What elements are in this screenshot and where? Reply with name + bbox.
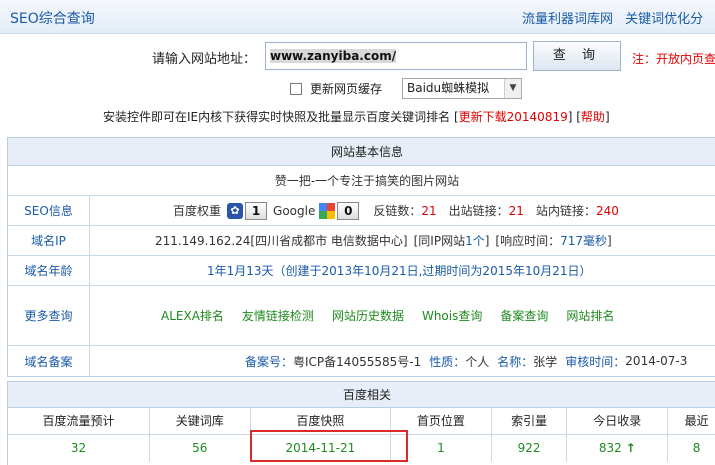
download-link[interactable]: 更新下载20140819 [459,110,568,124]
google-icon [319,202,336,219]
refresh-option[interactable]: 更新网页缓存 [290,80,382,97]
age-label: 域名年龄 [8,256,90,285]
icp-time-label: 审核时间： [565,354,626,369]
header-links: 流量利器词库网 关键词优化分 [522,8,711,27]
age-value: 1年1月13天（创建于2013年10月21日,过期时间为2015年10月21日） [207,264,592,278]
site-title-row: 赞一把-一个专注于搞笑的图片网站 [8,166,715,196]
icp-time-value: 2014-07-3 [625,354,688,368]
icp-name-label: 名称： [497,354,534,369]
seo-values: 百度权重 ✿ 1 Google 0 反链数： 21 出站链接： 21 站内链接： 24… [91,196,715,225]
friend-link-check-link[interactable]: 友情链接检测 [242,307,314,324]
seo-label: SEO信息 [8,196,90,225]
up-arrow-icon: ↑ [625,441,636,456]
baidu-weight-value[interactable]: 1 [245,201,268,220]
site-info-panel: 网站基本信息 赞一把-一个专注于搞笑的图片网站 SEO信息 百度权重 ✿ 1 G… [7,137,715,377]
site-rank-link[interactable]: 网站排名 [566,307,614,324]
col-recent: 最近 [667,408,715,435]
icp-values: 备案号： 粤ICP备14055585号-1 性质： 个人 名称： 张学 审核时间： 20… [91,346,715,376]
recent-value[interactable]: 8 [667,434,715,462]
internal-value[interactable]: 240 [596,204,619,218]
query-button[interactable]: 查 询 [533,41,621,71]
baidu-weight-label: 百度权重 [173,204,222,218]
icp-row: 域名备案 备案号： 粤ICP备14055585号-1 性质： 个人 名称： 张学 审核… [8,346,715,376]
icp-no-value: 粤ICP备14055585号-1 [293,354,422,369]
col-traffic: 百度流量预计 [8,408,150,435]
url-label: 请输入网站地址： [152,52,257,67]
today-indexed-value: 832 [598,441,622,456]
site-info-header: 网站基本信息 [8,138,715,166]
refresh-checkbox[interactable] [290,83,302,95]
whois-link[interactable]: Whois查询 [422,307,482,324]
icp-type-label: 性质： [429,354,466,369]
icp-name-value: 张学 [533,354,558,369]
engine-select[interactable]: Baidu蜘蛛模拟 ▼ [402,78,522,99]
header-link-ciku[interactable]: 流量利器词库网 [522,12,613,27]
response-close: ] [607,233,612,248]
ip-label: 域名IP [8,226,90,255]
google-rank-value[interactable]: 0 [337,201,360,220]
internal-label: 站内链接： [535,204,596,218]
top-bar: SEO综合查询 流量利器词库网 关键词优化分 [0,0,715,34]
col-today-indexed: 今日收录 [566,408,669,435]
google-label: Google [273,203,316,218]
response-time: 717毫秒 [560,234,607,248]
age-row: 域名年龄 1年1月13天（创建于2013年10月21日,过期时间为2015年10… [8,256,715,286]
install-notice: 安装控件即可在IE内核下获得实时快照及批量显示百度关键词排名 [更新下载2014… [103,110,610,124]
col-keywords: 关键词库 [149,408,251,435]
same-ip-link[interactable]: 1个 [465,232,485,249]
index-value[interactable]: 922 [491,434,568,462]
outbound-value[interactable]: 21 [509,204,524,218]
response-open: [响应时间： [495,234,561,248]
install-text: 安装控件即可在IE内核下获得实时快照及批量显示百度关键词排名 [103,110,451,124]
today-indexed-cell[interactable]: 832 ↑ [566,434,669,462]
same-ip-close: ] [484,233,490,248]
backlinks-value[interactable]: 21 [421,204,436,218]
engine-select-value: Baidu蜘蛛模拟 [407,81,490,95]
page-title: SEO综合查询 [10,11,95,27]
refresh-label: 更新网页缓存 [310,82,383,96]
baidu-header: 百度相关 [8,382,715,408]
icp-query-link[interactable]: 备案查询 [500,307,548,324]
outbound-label: 出站链接： [448,204,509,218]
col-index: 索引量 [491,408,568,435]
snapshot-highlight-box [250,430,408,462]
alexa-link[interactable]: ALEXA排名 [161,307,224,324]
url-input-value: www.zanyiba.com/ [270,49,397,63]
open-note: 注：开放内页查 [632,52,715,66]
baidu-paw-icon: ✿ [227,202,244,219]
header-link-keyword[interactable]: 关键词优化分 [625,12,703,27]
icp-label: 域名备案 [8,346,90,376]
ip-address: 211.149.162.24[四川省成都市 电信数据中心] [155,234,408,248]
traffic-value[interactable]: 32 [8,434,150,462]
same-ip-open: [同IP网站 [413,234,466,248]
url-input[interactable]: www.zanyiba.com/ [265,42,527,70]
icp-type-value: 个人 [465,354,490,369]
more-links: ALEXA排名 友情链接检测 网站历史数据 Whois查询 备案查询 网站排名 [91,286,715,345]
backlinks-label: 反链数： [373,204,422,218]
more-row: 更多查询 ALEXA排名 友情链接检测 网站历史数据 Whois查询 备案查询 … [8,286,715,346]
ip-row: 域名IP 211.149.162.24[四川省成都市 电信数据中心] [同IP网… [8,226,715,256]
help-link[interactable]: 帮助 [581,110,605,124]
seo-row: SEO信息 百度权重 ✿ 1 Google 0 反链数： 21 出站链接： 21 站… [8,196,715,226]
ip-values: 211.149.162.24[四川省成都市 电信数据中心] [同IP网站 1个] … [91,226,715,255]
more-label: 更多查询 [8,286,90,345]
chevron-down-icon[interactable]: ▼ [504,79,521,98]
history-link[interactable]: 网站历史数据 [332,307,404,324]
keywords-value[interactable]: 56 [149,434,251,462]
site-title: 赞一把-一个专注于搞笑的图片网站 [274,174,460,188]
icp-no-label: 备案号： [245,354,294,369]
